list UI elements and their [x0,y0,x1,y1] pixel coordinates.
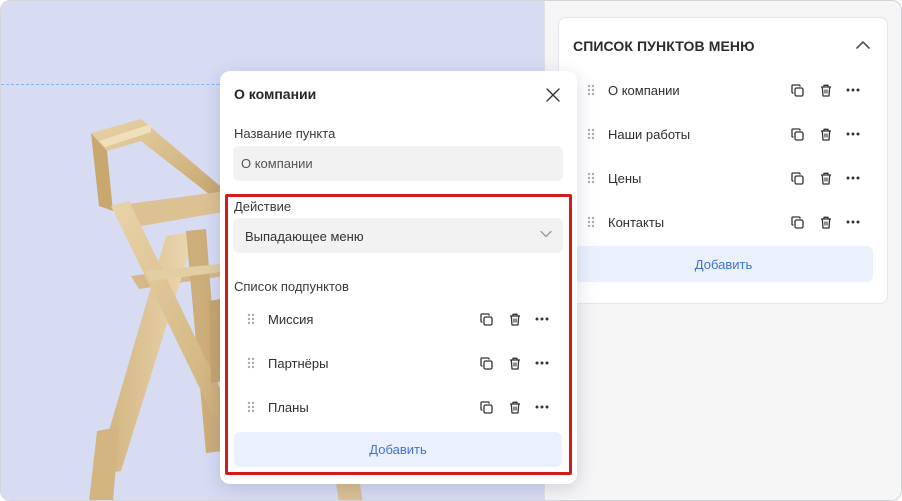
drag-handle-icon[interactable] [247,401,255,413]
chevron-up-icon[interactable] [856,40,870,50]
more-icon[interactable] [846,171,860,185]
menu-item-label: О компании [608,83,680,98]
subitem-row[interactable]: Миссия [220,297,577,341]
menu-panel-title: СПИСОК ПУНКТОВ МЕНЮ [573,38,755,54]
copy-icon[interactable] [479,356,493,370]
more-icon[interactable] [846,127,860,141]
copy-icon[interactable] [790,83,804,97]
menu-item-label: Контакты [608,215,665,230]
menu-item-row[interactable]: О компании [559,68,889,112]
subitem-label: Планы [268,400,309,415]
drag-handle-icon[interactable] [587,128,595,140]
action-field-label: Действие [234,199,292,214]
menu-items-card: СПИСОК ПУНКТОВ МЕНЮ О компании Наши рабо… [558,17,888,304]
subitems-label: Список подпунктов [234,279,349,294]
name-field-label: Название пункта [234,126,336,141]
subitem-label: Партнёры [268,356,329,371]
menu-item-label: Наши работы [608,127,691,142]
popup-title: О компании [234,86,317,102]
menu-items-list: О компании Наши работы Цены Контакты [559,68,889,244]
more-icon[interactable] [846,215,860,229]
copy-icon[interactable] [790,171,804,185]
trash-icon[interactable] [819,83,833,97]
action-select-value: Выпадающее меню [245,229,364,244]
drag-handle-icon[interactable] [587,84,595,96]
menu-item-popup: О компании Название пункта Действие Выпа… [220,71,577,484]
subitem-label: Миссия [268,312,314,327]
drag-handle-icon[interactable] [587,216,595,228]
copy-icon[interactable] [790,215,804,229]
trash-icon[interactable] [819,215,833,229]
trash-icon[interactable] [508,312,522,326]
close-icon[interactable] [545,87,561,103]
action-select[interactable]: Выпадающее меню [233,218,563,253]
trash-icon[interactable] [819,127,833,141]
name-input[interactable] [233,146,563,181]
subitem-row[interactable]: Партнёры [220,341,577,385]
menu-item-label: Цены [608,171,642,186]
more-icon[interactable] [846,83,860,97]
copy-icon[interactable] [479,312,493,326]
subitems-list: Миссия Партнёры Планы [220,297,577,429]
more-icon[interactable] [535,356,549,370]
copy-icon[interactable] [790,127,804,141]
subitem-row[interactable]: Планы [220,385,577,429]
editor-frame: СПИСОК ПУНКТОВ МЕНЮ О компании Наши рабо… [0,0,902,501]
trash-icon[interactable] [508,356,522,370]
drag-handle-icon[interactable] [247,357,255,369]
menu-item-row[interactable]: Цены [559,156,889,200]
chevron-down-icon [540,230,552,238]
more-icon[interactable] [535,400,549,414]
copy-icon[interactable] [479,400,493,414]
drag-handle-icon[interactable] [587,172,595,184]
trash-icon[interactable] [508,400,522,414]
trash-icon[interactable] [819,171,833,185]
menu-item-row[interactable]: Контакты [559,200,889,244]
add-menu-item-button[interactable]: Добавить [574,246,873,282]
menu-item-row[interactable]: Наши работы [559,112,889,156]
more-icon[interactable] [535,312,549,326]
add-subitem-button[interactable]: Добавить [234,432,562,467]
drag-handle-icon[interactable] [247,313,255,325]
